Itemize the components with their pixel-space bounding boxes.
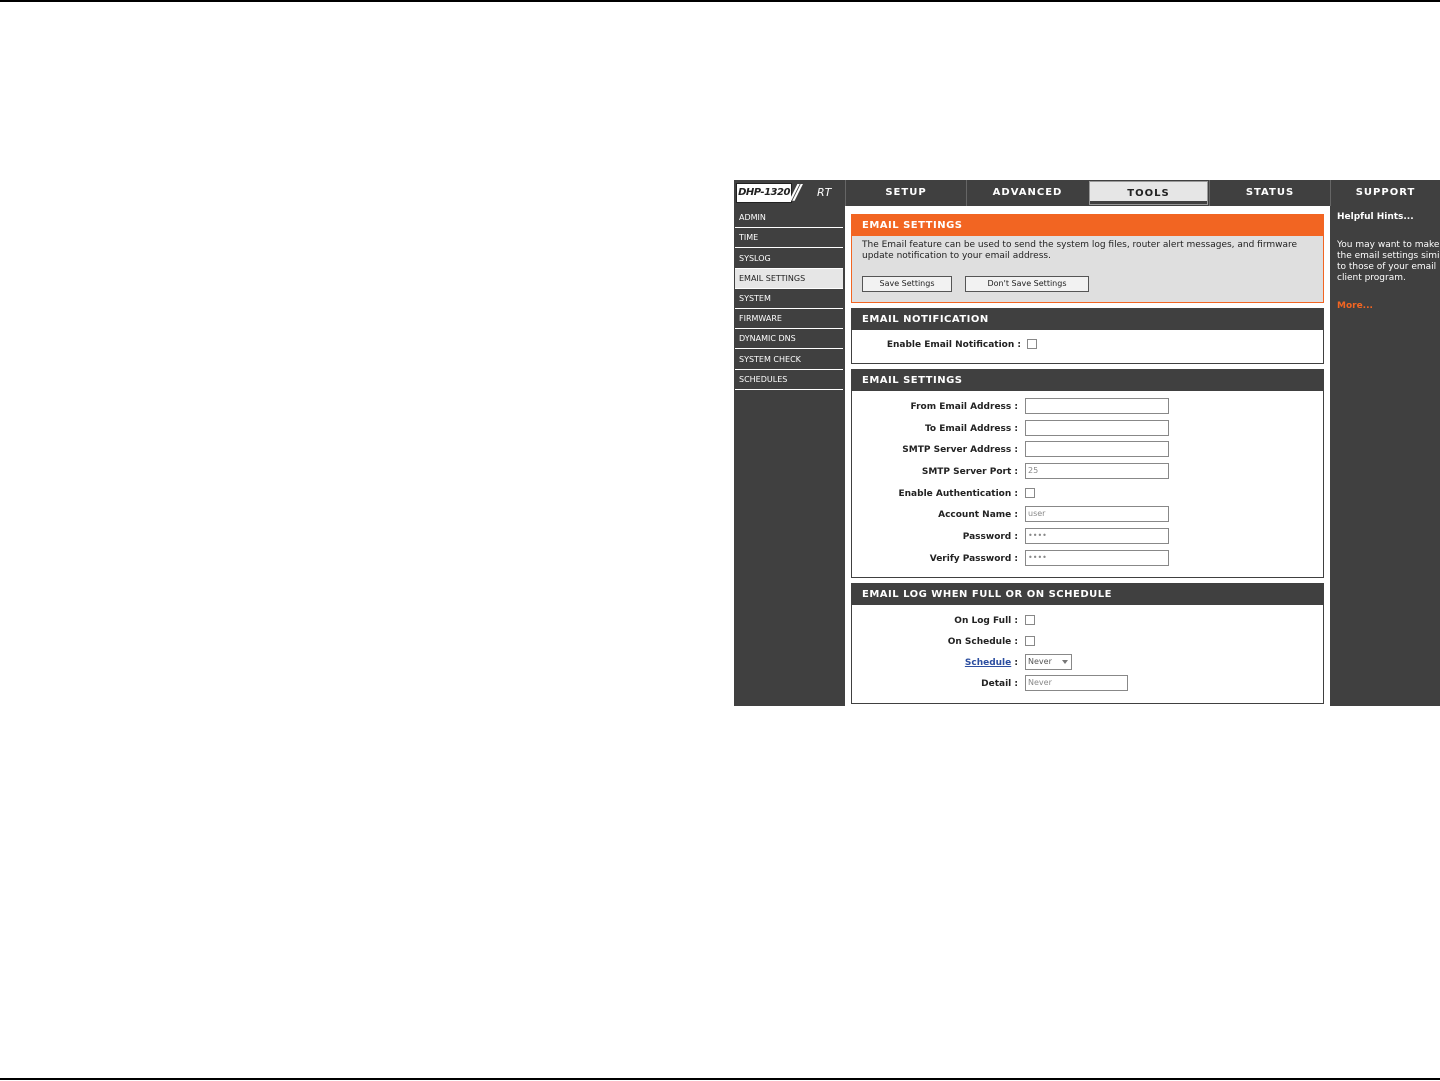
on-schedule-label: On Schedule : xyxy=(947,637,1018,647)
sidebar-item-time[interactable]: TIME xyxy=(735,228,843,248)
email-settings-intro: EMAIL SETTINGS The Email feature can be … xyxy=(851,214,1324,303)
enable-authentication-checkbox[interactable] xyxy=(1025,488,1035,498)
to-email-input[interactable] xyxy=(1025,420,1169,436)
on-schedule-checkbox[interactable] xyxy=(1025,636,1035,646)
hints-more-link[interactable]: More... xyxy=(1337,301,1373,311)
sidebar-item-syslog[interactable]: SYSLOG xyxy=(735,249,843,269)
logo-model: DHP-1320 xyxy=(736,183,792,203)
schedule-select-value: Never xyxy=(1028,657,1052,666)
schedule-select[interactable]: Never xyxy=(1025,654,1072,670)
enable-authentication-label: Enable Authentication : xyxy=(898,489,1019,499)
logo-slashes: // xyxy=(791,180,801,204)
dont-save-settings-button[interactable]: Don't Save Settings xyxy=(965,276,1089,292)
save-settings-button[interactable]: Save Settings xyxy=(862,276,952,292)
schedule-link[interactable]: Schedule xyxy=(965,658,1011,668)
tab-support[interactable]: SUPPORT xyxy=(1330,180,1440,206)
logo-suffix: RT xyxy=(817,186,832,199)
helpful-hints-panel: Helpful Hints... You may want to make th… xyxy=(1330,206,1440,706)
tab-setup[interactable]: SETUP xyxy=(845,180,966,206)
enable-email-notification-label: Enable Email Notification : xyxy=(886,340,1021,350)
from-email-label: From Email Address : xyxy=(910,402,1018,412)
top-nav: DHP-1320 // RT SETUP ADVANCED TOOLS STAT… xyxy=(734,180,1440,206)
sidebar-item-firmware[interactable]: FIRMWARE xyxy=(735,309,843,329)
password-row: Password : •••• xyxy=(852,528,1323,546)
to-email-label: To Email Address : xyxy=(924,424,1018,434)
schedule-label: Schedule : xyxy=(965,656,1018,670)
email-settings-section: EMAIL SETTINGS From Email Address : To E… xyxy=(851,369,1324,578)
top-rule xyxy=(0,0,1440,2)
password-input[interactable]: •••• xyxy=(1025,528,1169,544)
sidebar-item-schedules[interactable]: SCHEDULES xyxy=(735,370,843,390)
sidebar-item-admin[interactable]: ADMIN xyxy=(735,208,843,228)
verify-password-row: Verify Password : •••• xyxy=(852,550,1323,568)
account-name-row: Account Name : user xyxy=(852,506,1323,524)
bottom-rule xyxy=(0,1078,1440,1080)
router-admin-ui: DHP-1320 // RT SETUP ADVANCED TOOLS STAT… xyxy=(734,180,1440,706)
on-log-full-checkbox[interactable] xyxy=(1025,615,1035,625)
intro-description: The Email feature can be used to send th… xyxy=(862,240,1298,261)
email-notification-title: EMAIL NOTIFICATION xyxy=(852,309,1323,330)
intro-title: EMAIL SETTINGS xyxy=(852,215,1323,236)
account-name-label: Account Name : xyxy=(938,510,1018,520)
schedule-row: Schedule : Never xyxy=(852,654,1323,672)
enable-email-notification-checkbox[interactable] xyxy=(1027,339,1037,349)
to-email-row: To Email Address : xyxy=(852,420,1323,438)
hints-title: Helpful Hints... xyxy=(1337,212,1414,222)
email-log-title: EMAIL LOG WHEN FULL OR ON SCHEDULE xyxy=(852,584,1323,605)
detail-input[interactable]: Never xyxy=(1025,675,1128,691)
sidebar-item-email-settings[interactable]: EMAIL SETTINGS xyxy=(735,269,843,289)
email-settings-title: EMAIL SETTINGS xyxy=(852,370,1323,391)
schedule-colon: : xyxy=(1014,658,1018,668)
sidebar: ADMIN TIME SYSLOG EMAIL SETTINGS SYSTEM … xyxy=(734,206,844,706)
hints-text: You may want to make the email settings … xyxy=(1337,240,1440,283)
sidebar-item-system[interactable]: SYSTEM xyxy=(735,289,843,309)
password-label: Password : xyxy=(962,532,1018,542)
verify-password-label: Verify Password : xyxy=(929,554,1018,564)
from-email-input[interactable] xyxy=(1025,398,1169,414)
tab-advanced[interactable]: ADVANCED xyxy=(966,180,1088,206)
on-log-full-row: On Log Full : xyxy=(852,612,1323,630)
account-name-input[interactable]: user xyxy=(1025,506,1169,522)
tab-status[interactable]: STATUS xyxy=(1209,180,1330,206)
brand-logo: DHP-1320 // RT xyxy=(734,180,844,206)
email-notification-section: EMAIL NOTIFICATION Enable Email Notifica… xyxy=(851,308,1324,364)
verify-password-input[interactable]: •••• xyxy=(1025,550,1169,566)
enable-email-notification-row: Enable Email Notification : xyxy=(852,336,1323,354)
main-content: EMAIL SETTINGS The Email feature can be … xyxy=(845,206,1330,706)
email-log-section: EMAIL LOG WHEN FULL OR ON SCHEDULE On Lo… xyxy=(851,583,1324,704)
sidebar-item-dynamic-dns[interactable]: DYNAMIC DNS xyxy=(735,329,843,349)
enable-authentication-row: Enable Authentication : xyxy=(852,485,1323,503)
smtp-port-input[interactable]: 25 xyxy=(1025,463,1169,479)
detail-row: Detail : Never xyxy=(852,675,1323,693)
tab-tools[interactable]: TOOLS xyxy=(1089,181,1208,205)
chevron-down-icon xyxy=(1062,660,1068,664)
detail-label: Detail : xyxy=(981,679,1018,689)
smtp-port-row: SMTP Server Port : 25 xyxy=(852,463,1323,481)
smtp-address-row: SMTP Server Address : xyxy=(852,441,1323,459)
sidebar-item-system-check[interactable]: SYSTEM CHECK xyxy=(735,350,843,370)
on-schedule-row: On Schedule : xyxy=(852,633,1323,651)
smtp-port-label: SMTP Server Port : xyxy=(921,467,1018,477)
smtp-address-input[interactable] xyxy=(1025,441,1169,457)
on-log-full-label: On Log Full : xyxy=(954,616,1018,626)
smtp-address-label: SMTP Server Address : xyxy=(902,445,1018,455)
from-email-row: From Email Address : xyxy=(852,398,1323,416)
